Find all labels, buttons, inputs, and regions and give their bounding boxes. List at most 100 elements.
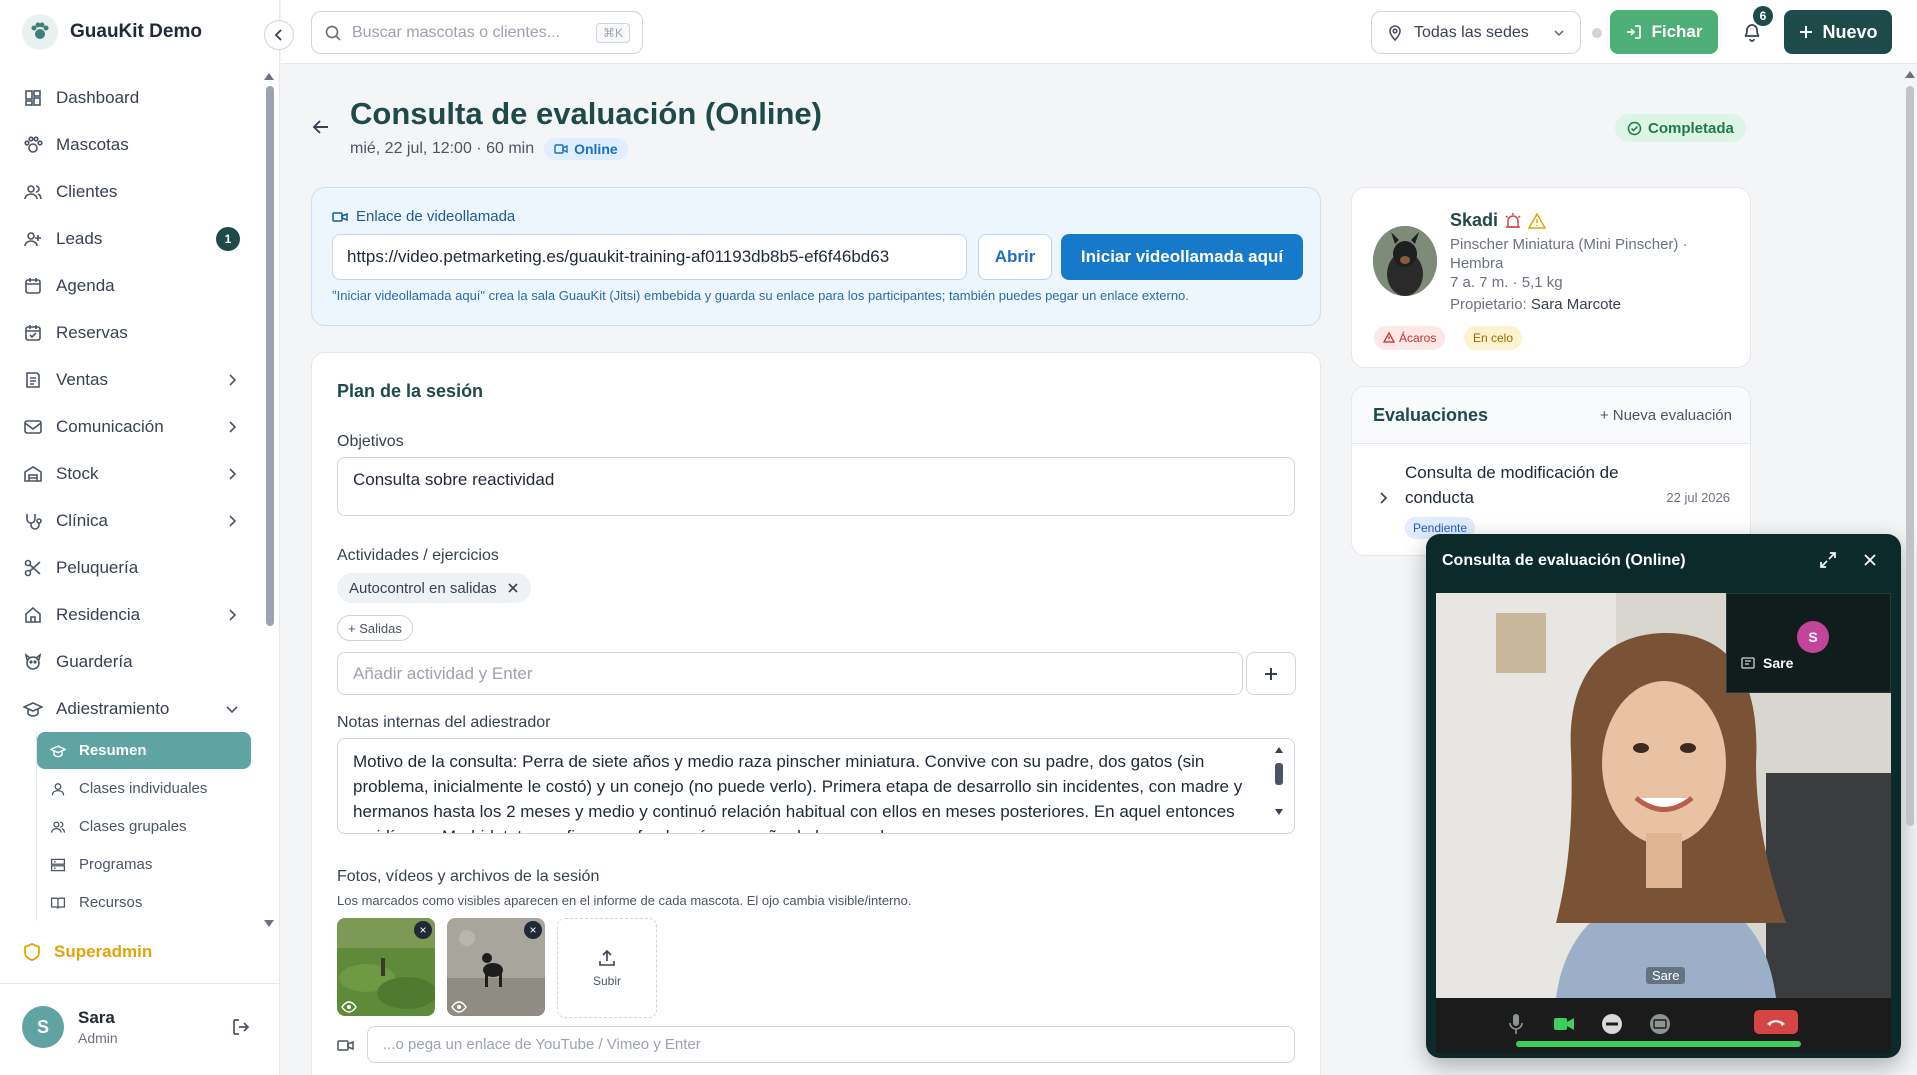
sidebar-item-dashboard[interactable]: Dashboard xyxy=(0,74,262,121)
online-badge-label: Online xyxy=(574,141,618,157)
captions-button[interactable] xyxy=(1644,1010,1676,1038)
nuevo-label: Nuevo xyxy=(1822,21,1878,42)
remove-media-button[interactable]: × xyxy=(414,921,432,939)
sidebar-scrollbar-thumb[interactable] xyxy=(266,86,274,626)
scissors-icon xyxy=(22,557,44,579)
superadmin-label: Superadmin xyxy=(54,942,153,961)
chevron-down-icon xyxy=(1554,29,1564,36)
search-box[interactable]: Buscar mascotas o clientes... ⌘K xyxy=(311,11,643,54)
pet-photo[interactable] xyxy=(1373,226,1437,296)
subnav-item-recursos[interactable]: Recursos xyxy=(37,884,262,921)
brand[interactable]: GuauKit Demo xyxy=(22,14,202,50)
new-evaluation-button[interactable]: + Nueva evaluación xyxy=(1600,407,1732,424)
suggestion-chip[interactable]: + Salidas xyxy=(337,615,413,641)
videocall-title: Consulta de evaluación (Online) xyxy=(1442,552,1686,569)
notes-textarea[interactable]: Motivo de la consulta: Perra de siete añ… xyxy=(337,738,1295,834)
open-link-button[interactable]: Abrir xyxy=(978,234,1052,280)
add-activity-button[interactable] xyxy=(1246,652,1296,695)
sidebar-item-ventas[interactable]: Ventas xyxy=(0,356,262,403)
close-icon xyxy=(1864,554,1876,566)
add-activity-input[interactable]: Añadir actividad y Enter xyxy=(337,652,1243,695)
subnav-item-label: Clases grupales xyxy=(79,818,187,835)
evaluations-header: Evaluaciones + Nueva evaluación xyxy=(1352,387,1750,444)
sidebar-item-mascotas[interactable]: Mascotas xyxy=(0,121,262,168)
dog-icon xyxy=(22,651,44,673)
close-videocall-button[interactable] xyxy=(1860,550,1880,570)
warehouse-icon xyxy=(22,463,44,485)
hangup-button[interactable] xyxy=(1754,1010,1798,1034)
media-thumbnail[interactable]: × xyxy=(337,918,435,1016)
user-profile[interactable]: S Sara Admin xyxy=(22,1006,118,1048)
pet-owner-name[interactable]: Sara Marcote xyxy=(1531,296,1621,313)
sidebar-item-label: Comunicación xyxy=(56,416,164,436)
collapse-sidebar-button[interactable] xyxy=(264,20,294,50)
remove-media-button[interactable]: × xyxy=(524,921,542,939)
nuevo-button[interactable]: Nuevo xyxy=(1784,10,1892,54)
scroll-up-icon xyxy=(1905,71,1915,78)
notes-scrollbar[interactable] xyxy=(1272,743,1286,825)
location-select[interactable]: Todas las sedes xyxy=(1371,11,1581,54)
video-url-paste-input[interactable]: ...o pega un enlace de YouTube / Vimeo y… xyxy=(367,1026,1295,1063)
eye-icon[interactable] xyxy=(341,1001,357,1013)
subnav-item-programas[interactable]: Programas xyxy=(37,846,262,883)
logout-button[interactable] xyxy=(230,1016,252,1038)
online-badge: Online xyxy=(544,138,628,160)
subnav-item-clases-individuales[interactable]: Clases individuales xyxy=(37,770,262,807)
start-videocall-button[interactable]: Iniciar videollamada aquí xyxy=(1061,234,1303,280)
heat-tag: En celo xyxy=(1464,326,1523,350)
objectives-textarea[interactable]: Consulta sobre reactividad xyxy=(337,457,1295,516)
video-link-card: Enlace de videollamada https://video.pet… xyxy=(311,187,1321,326)
back-button[interactable] xyxy=(310,116,332,138)
sidebar-item-clinica[interactable]: Clínica xyxy=(0,497,262,544)
sidebar-item-peluqueria[interactable]: Peluquería xyxy=(0,544,262,591)
subnav-item-clases-grupales[interactable]: Clases grupales xyxy=(37,808,262,845)
pet-name[interactable]: Skadi xyxy=(1450,210,1547,231)
activities-label: Actividades / ejercicios xyxy=(337,547,499,564)
sidebar-item-residencia[interactable]: Residencia xyxy=(0,591,262,638)
chevron-right-icon xyxy=(229,373,237,386)
fichar-button[interactable]: Fichar xyxy=(1610,10,1718,54)
chevron-right-icon xyxy=(1380,492,1388,504)
user-icon xyxy=(49,780,67,798)
activity-chip[interactable]: Autocontrol en salidas xyxy=(337,573,531,603)
search-input[interactable]: Buscar mascotas o clientes... xyxy=(352,24,586,42)
map-pin-icon xyxy=(1389,24,1401,41)
sidebar-item-comunicacion[interactable]: Comunicación xyxy=(0,403,262,450)
sidebar-item-stock[interactable]: Stock xyxy=(0,450,262,497)
evaluation-item-name[interactable]: Consulta de modificación de conducta xyxy=(1405,460,1655,510)
page-scrollbar[interactable] xyxy=(1903,64,1917,1075)
check-circle-icon xyxy=(1627,121,1642,135)
sidebar-item-reservas[interactable]: Reservas xyxy=(0,309,262,356)
superadmin-link[interactable]: Superadmin xyxy=(22,942,152,962)
sidebar-item-label: Stock xyxy=(56,463,99,483)
subnav-item-resumen[interactable]: Resumen xyxy=(37,732,251,769)
microphone-button[interactable] xyxy=(1500,1010,1532,1038)
sidebar-item-guarderia[interactable]: Guardería xyxy=(0,638,262,685)
objectives-label: Objetivos xyxy=(337,433,404,450)
sidebar-item-adiestramiento[interactable]: Adiestramiento xyxy=(0,685,262,732)
video-url-input[interactable]: https://video.petmarketing.es/guaukit-tr… xyxy=(332,234,967,280)
close-icon xyxy=(508,583,518,593)
eye-icon[interactable] xyxy=(451,1001,467,1013)
sidebar-scrollbar[interactable] xyxy=(262,70,276,930)
user-role: Admin xyxy=(78,1030,118,1046)
camera-button[interactable] xyxy=(1548,1010,1580,1038)
sidebar-item-clientes[interactable]: Clientes xyxy=(0,168,262,215)
brand-logo-icon xyxy=(22,14,58,50)
upload-button[interactable]: Subir xyxy=(557,918,657,1018)
sidebar-item-label: Agenda xyxy=(56,275,115,295)
avatar: S xyxy=(22,1006,64,1048)
sidebar-item-agenda[interactable]: Agenda xyxy=(0,262,262,309)
user-name: Sara xyxy=(78,1008,115,1027)
pet-card: Skadi Pinscher Miniatura (Mini Pinscher)… xyxy=(1351,187,1751,368)
pet-name-text: Skadi xyxy=(1450,210,1499,230)
expand-button[interactable] xyxy=(1818,550,1838,570)
media-thumbnail[interactable]: × xyxy=(447,918,545,1016)
sidebar-item-leads[interactable]: Leads 1 xyxy=(0,215,262,262)
page-scrollbar-thumb[interactable] xyxy=(1906,86,1914,826)
plus-icon xyxy=(1265,667,1277,680)
self-view[interactable]: S Sare xyxy=(1726,593,1891,693)
screen-share-button[interactable] xyxy=(1596,1010,1628,1038)
upload-label: Subir xyxy=(592,974,621,988)
evaluations-title: Evaluaciones xyxy=(1373,405,1489,425)
